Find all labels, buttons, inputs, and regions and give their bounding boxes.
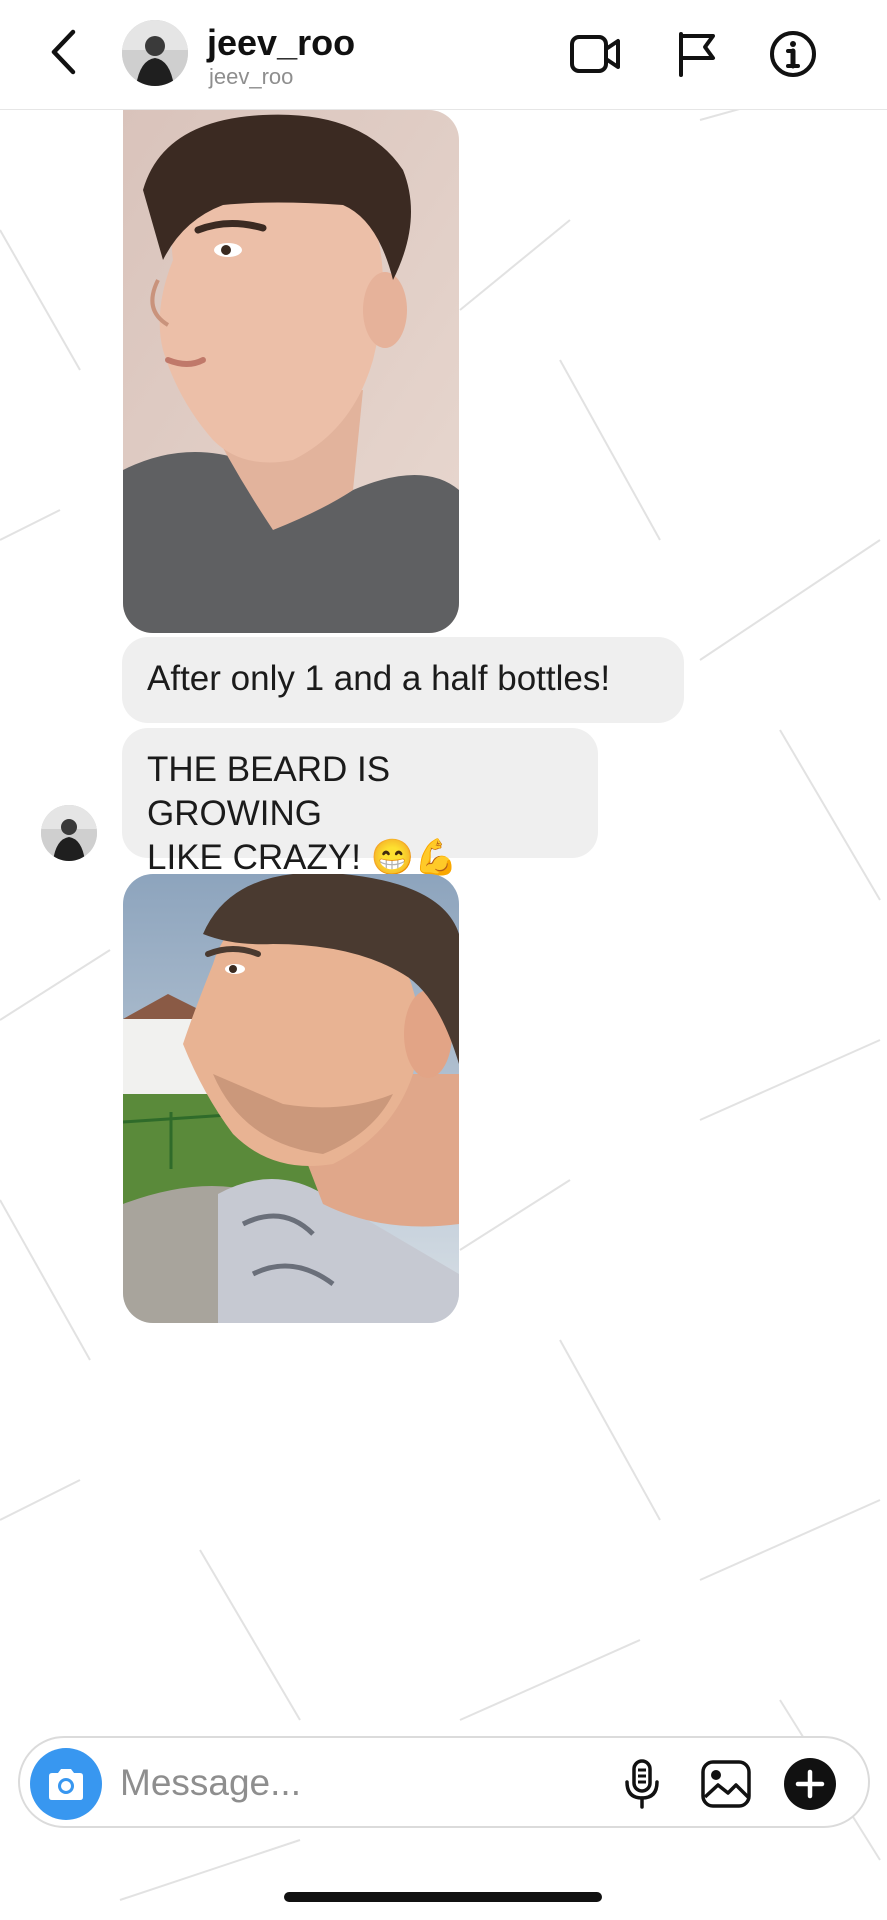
message-text: After only 1 and a half bottles! (147, 659, 611, 698)
chat-handle: jeev_roo (209, 64, 294, 89)
message-bubble[interactable]: After only 1 and a half bottles! (122, 637, 684, 723)
profile-picture (122, 20, 188, 86)
profile-picture (41, 805, 97, 861)
back-chevron-icon (51, 29, 76, 75)
chat-header: jeev_roo jeev_roo (0, 0, 887, 110)
photo-outdoor-image (123, 874, 459, 1323)
camera-icon (49, 1769, 83, 1800)
gallery-icon (701, 1760, 751, 1808)
avatar[interactable] (122, 20, 188, 86)
message-text-line: THE BEARD IS GROWING (147, 750, 391, 833)
info-icon (770, 31, 816, 77)
message-bubble[interactable]: THE BEARD IS GROWING LIKE CRAZY! 😁💪 (122, 728, 598, 877)
message-input[interactable] (120, 1752, 600, 1814)
video-call-icon (570, 35, 620, 73)
camera-button[interactable] (30, 1748, 102, 1820)
message-photo-selfie[interactable] (123, 110, 459, 633)
gallery-button[interactable] (696, 1754, 756, 1814)
message-composer (18, 1736, 870, 1828)
photo-selfie-image (123, 110, 459, 633)
video-call-button[interactable] (567, 26, 623, 82)
more-options-button[interactable] (780, 1754, 840, 1814)
info-button[interactable] (765, 26, 821, 82)
microphone-icon (625, 1759, 659, 1809)
back-button[interactable] (40, 24, 88, 80)
chat-screen: jeev_roo jeev_roo After only 1 and a hal… (0, 0, 887, 1920)
sender-avatar[interactable] (41, 805, 97, 861)
flag-icon (679, 32, 715, 77)
message-photo-outdoor[interactable] (123, 874, 459, 1323)
voice-message-button[interactable] (612, 1754, 672, 1814)
plus-icon (784, 1758, 836, 1810)
chat-username[interactable]: jeev_roo (207, 22, 355, 64)
home-indicator[interactable] (284, 1892, 602, 1902)
report-button[interactable] (669, 26, 725, 82)
